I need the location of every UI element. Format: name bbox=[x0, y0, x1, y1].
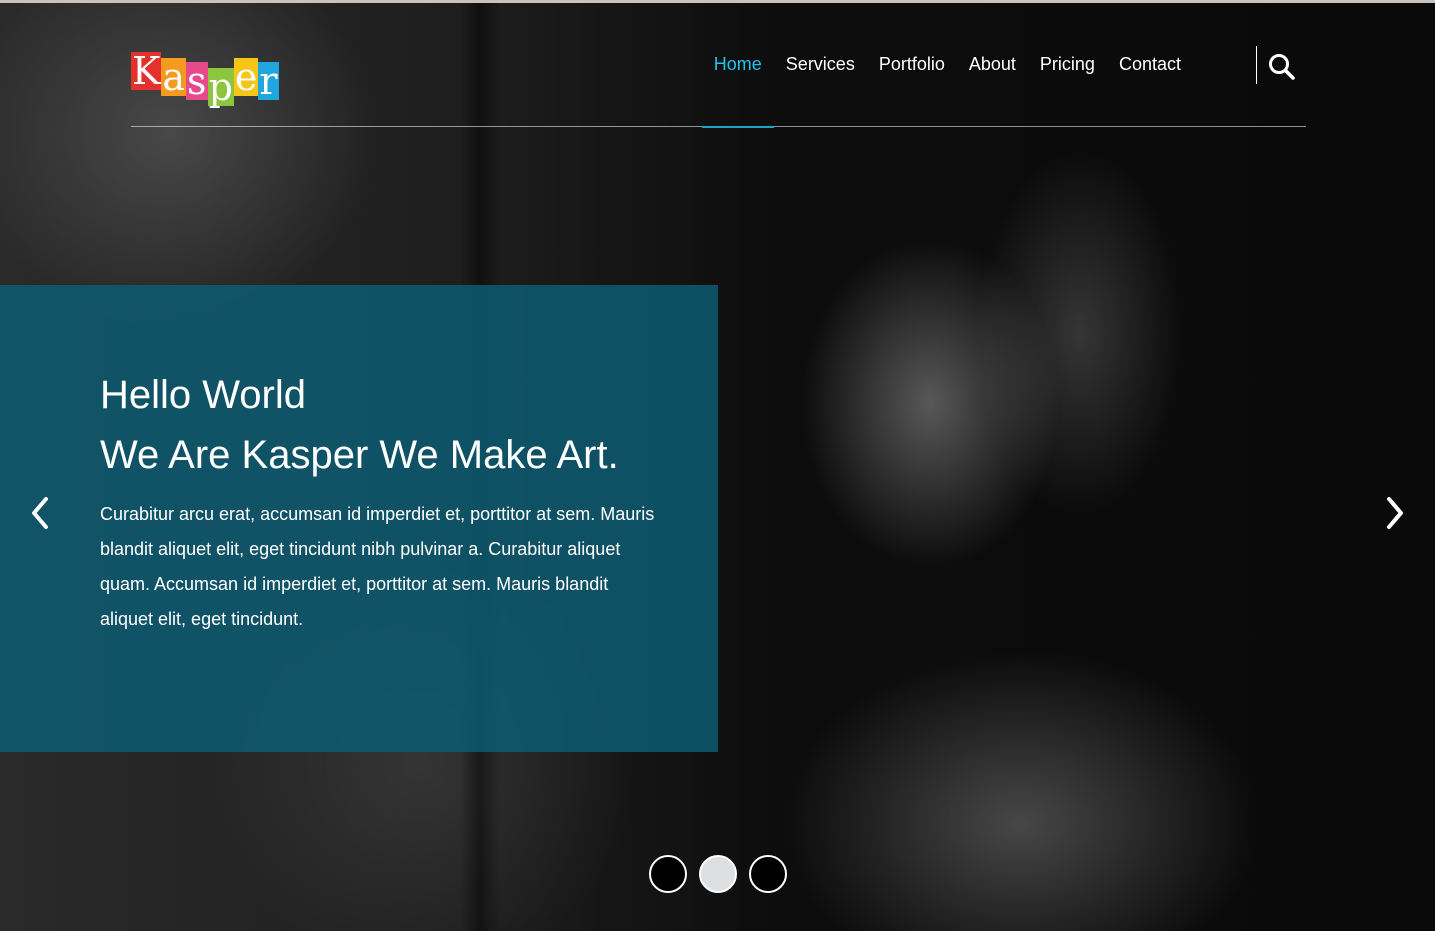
logo-letter: s bbox=[186, 59, 208, 103]
hero-title-line-2: We Are Kasper We Make Art. bbox=[100, 433, 619, 477]
hero-text-panel: Hello World We Are Kasper We Make Art. C… bbox=[0, 285, 718, 752]
hero-section: Kasper Home Services Portfolio About Pri… bbox=[0, 0, 1435, 931]
slider-dot[interactable] bbox=[649, 855, 687, 893]
main-nav: Home Services Portfolio About Pricing Co… bbox=[701, 6, 1193, 128]
nav-about[interactable]: About bbox=[957, 6, 1028, 127]
nav-portfolio[interactable]: Portfolio bbox=[867, 6, 957, 127]
nav-divider bbox=[1256, 46, 1257, 84]
nav-pricing[interactable]: Pricing bbox=[1028, 6, 1107, 127]
logo-letter: e bbox=[233, 55, 259, 99]
nav-contact[interactable]: Contact bbox=[1107, 6, 1193, 127]
nav-home[interactable]: Home bbox=[701, 6, 774, 128]
hero-description: Curabitur arcu erat, accumsan id imperdi… bbox=[100, 504, 655, 629]
search-icon[interactable] bbox=[1267, 52, 1297, 82]
site-header: Kasper Home Services Portfolio About Pri… bbox=[131, 6, 1306, 128]
slider-dot[interactable] bbox=[749, 855, 787, 893]
hero-title: Hello World We Are Kasper We Make Art. bbox=[100, 365, 619, 485]
kasper-logo[interactable]: Kasper bbox=[131, 42, 279, 106]
slider-pagination bbox=[649, 855, 787, 893]
logo-letter: a bbox=[161, 55, 187, 99]
slider-dot[interactable] bbox=[699, 855, 737, 893]
chevron-right-icon[interactable] bbox=[1381, 495, 1411, 531]
nav-services[interactable]: Services bbox=[774, 6, 867, 127]
hero-title-line-1: Hello World bbox=[100, 373, 306, 417]
logo-letter: r bbox=[258, 59, 279, 103]
logo-letter: p bbox=[207, 65, 234, 109]
chevron-left-icon[interactable] bbox=[26, 495, 56, 531]
logo-letter: K bbox=[131, 49, 162, 93]
